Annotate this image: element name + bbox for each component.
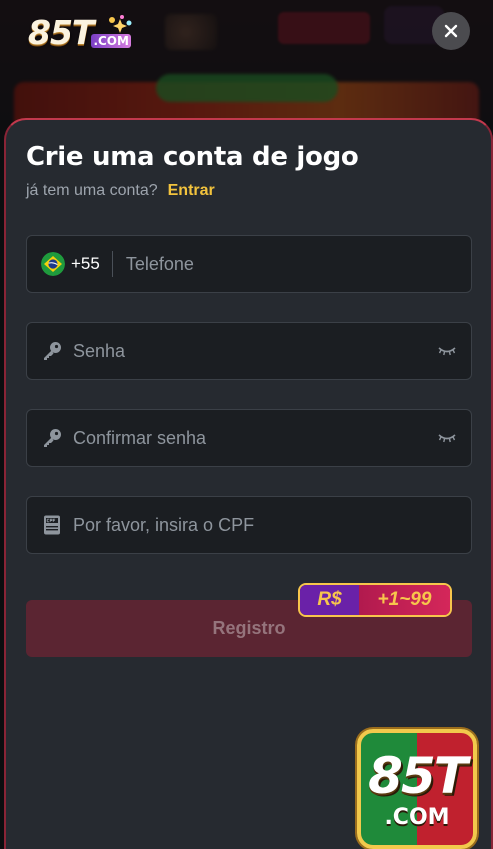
bonus-range: +1~99 bbox=[359, 585, 450, 615]
modal-title: Crie uma conta de jogo bbox=[26, 142, 359, 172]
password-field[interactable] bbox=[26, 322, 472, 380]
brazil-flag-icon[interactable] bbox=[41, 252, 65, 276]
close-button[interactable] bbox=[432, 12, 470, 50]
phone-field[interactable]: +55 bbox=[26, 235, 472, 293]
field-divider bbox=[111, 251, 113, 277]
site-logo: 85T .COM bbox=[28, 12, 132, 52]
cpf-card-icon bbox=[44, 515, 60, 535]
bonus-badge: R$ +1~99 bbox=[298, 583, 452, 617]
confirm-password-field[interactable] bbox=[26, 409, 472, 467]
logo-domain: .COM bbox=[91, 34, 131, 48]
close-icon bbox=[444, 24, 458, 38]
dial-code[interactable]: +55 bbox=[71, 254, 100, 274]
floating-logo[interactable]: 85T .COM bbox=[357, 729, 477, 849]
cpf-input[interactable] bbox=[73, 497, 457, 553]
modal-subtitle: já tem uma conta? Entrar bbox=[26, 182, 215, 200]
subtitle-text: já tem uma conta? bbox=[26, 182, 158, 199]
floating-logo-domain: .COM bbox=[384, 805, 450, 830]
key-icon bbox=[44, 429, 61, 447]
sparkle-icon bbox=[109, 15, 132, 33]
eye-closed-icon[interactable] bbox=[437, 432, 457, 444]
bonus-currency: R$ bbox=[300, 585, 359, 615]
password-input[interactable] bbox=[73, 323, 437, 379]
cpf-field[interactable] bbox=[26, 496, 472, 554]
eye-closed-icon[interactable] bbox=[437, 345, 457, 357]
login-link[interactable]: Entrar bbox=[168, 182, 215, 199]
confirm-password-input[interactable] bbox=[73, 410, 437, 466]
floating-logo-text: 85T bbox=[368, 747, 468, 805]
key-icon bbox=[44, 342, 61, 360]
phone-input[interactable] bbox=[125, 236, 457, 292]
logo-text: 85T bbox=[28, 13, 94, 52]
